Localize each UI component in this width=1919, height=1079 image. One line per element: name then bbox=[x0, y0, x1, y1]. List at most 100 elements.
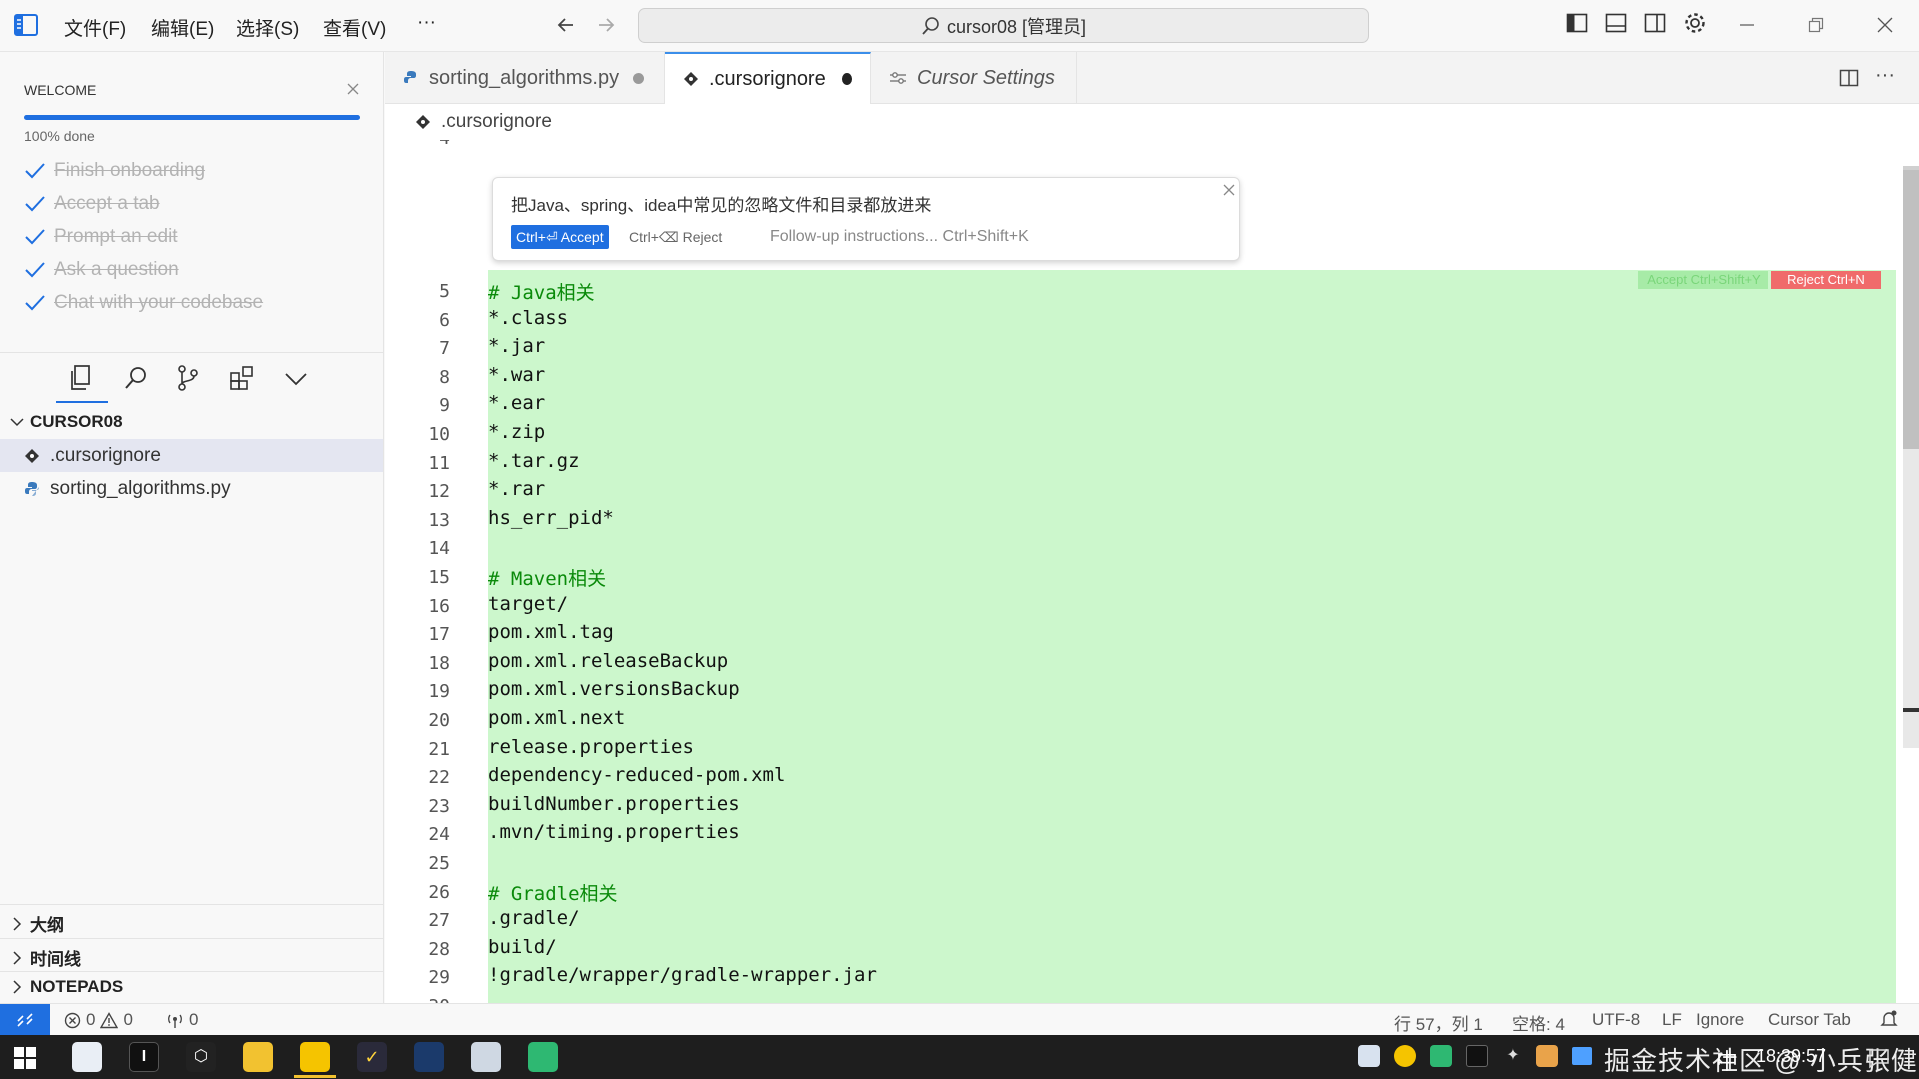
code-line[interactable]: .gradle/ bbox=[488, 907, 580, 929]
code-line[interactable]: hs_err_pid* bbox=[488, 507, 614, 529]
onboarding-item[interactable]: Accept a tab bbox=[24, 193, 160, 215]
section-notepads[interactable]: NOTEPADS bbox=[10, 977, 123, 997]
followup-input[interactable]: Follow-up instructions... Ctrl+Shift+K bbox=[770, 225, 1029, 249]
folder-app-icon[interactable] bbox=[243, 1042, 273, 1072]
scrollbar-track[interactable] bbox=[1903, 170, 1919, 748]
code-line[interactable]: *.war bbox=[488, 364, 545, 386]
code-line[interactable]: # Maven相关 bbox=[488, 564, 606, 591]
code-line[interactable]: *.tar.gz bbox=[488, 450, 580, 472]
section-outline[interactable]: 大纲 bbox=[10, 911, 64, 936]
system-clock[interactable]: 18:39:57 bbox=[1756, 1046, 1826, 1067]
reject-diff-button[interactable]: Reject Ctrl+N bbox=[1771, 271, 1881, 289]
explorer-folder-header[interactable]: CURSOR08 bbox=[10, 412, 123, 432]
player-app-icon[interactable] bbox=[300, 1042, 330, 1072]
code-line[interactable]: # Gradle相关 bbox=[488, 879, 618, 906]
language-mode[interactable]: Ignore bbox=[1696, 1010, 1744, 1030]
toggle-primary-sidebar-icon[interactable] bbox=[1566, 12, 1588, 34]
source-control-icon[interactable] bbox=[175, 364, 201, 392]
tray-todo-icon[interactable] bbox=[1394, 1045, 1416, 1067]
command-center-search[interactable]: cursor08 [管理员] bbox=[638, 8, 1369, 43]
onboarding-item[interactable]: Prompt an edit bbox=[24, 226, 178, 248]
code-line[interactable]: buildNumber.properties bbox=[488, 793, 740, 815]
tray-intellij-icon[interactable] bbox=[1466, 1045, 1488, 1067]
minimize-icon[interactable] bbox=[1738, 16, 1756, 34]
modified-dot-icon[interactable] bbox=[841, 73, 852, 85]
menu-more[interactable]: ··· bbox=[417, 12, 436, 34]
code-line[interactable]: *.class bbox=[488, 307, 568, 329]
code-line[interactable]: *.ear bbox=[488, 392, 545, 414]
cursor-position[interactable]: 行 57，列 1 bbox=[1394, 1010, 1483, 1035]
extensions-icon[interactable] bbox=[228, 364, 256, 392]
back-arrow-icon[interactable] bbox=[556, 15, 576, 35]
search-view-icon[interactable] bbox=[123, 364, 149, 392]
tray-avatar-icon[interactable] bbox=[1358, 1045, 1380, 1067]
cursor-tab-status[interactable]: Cursor Tab bbox=[1768, 1010, 1851, 1030]
more-actions-icon[interactable]: ··· bbox=[1875, 64, 1895, 87]
code-line[interactable]: pom.xml.next bbox=[488, 707, 625, 729]
cursor-app-icon[interactable]: ⬡ bbox=[186, 1042, 216, 1072]
code-line[interactable]: !gradle/wrapper/gradle-wrapper.jar bbox=[488, 964, 877, 986]
tray-network-icon[interactable]: ✦ bbox=[1502, 1045, 1524, 1067]
game-app-icon[interactable] bbox=[414, 1042, 444, 1072]
notifications-bell-icon[interactable] bbox=[1880, 1010, 1898, 1028]
close-popup-icon[interactable] bbox=[1223, 184, 1235, 196]
todo-app-icon[interactable]: ✓ bbox=[357, 1042, 387, 1072]
code-line[interactable]: *.jar bbox=[488, 335, 545, 357]
split-editor-icon[interactable] bbox=[1839, 68, 1859, 88]
chat-app-icon[interactable] bbox=[471, 1042, 501, 1072]
intellij-app-icon[interactable]: I bbox=[129, 1042, 159, 1072]
code-editor[interactable]: 4 5 # Java相关 6 *.class 7 *.jar 8 *.war 9 *.ear 10 *.… bbox=[385, 140, 1919, 1003]
reject-button[interactable]: Ctrl+⌫ Reject bbox=[629, 225, 722, 249]
toggle-secondary-sidebar-icon[interactable] bbox=[1644, 12, 1666, 34]
code-line[interactable]: build/ bbox=[488, 936, 557, 958]
forward-arrow-icon[interactable] bbox=[596, 15, 616, 35]
code-line[interactable]: *.zip bbox=[488, 421, 545, 443]
avatar-app-icon[interactable] bbox=[72, 1042, 102, 1072]
code-line[interactable]: pom.xml.versionsBackup bbox=[488, 678, 740, 700]
chevron-down-icon[interactable] bbox=[284, 370, 308, 388]
toggle-panel-icon[interactable] bbox=[1605, 12, 1627, 34]
menu-selection[interactable]: 选择(S) bbox=[236, 14, 299, 41]
accept-button[interactable]: Ctrl+⏎ Accept bbox=[511, 225, 609, 249]
onboarding-item[interactable]: Finish onboarding bbox=[24, 160, 205, 182]
tray-display-icon[interactable] bbox=[1572, 1047, 1592, 1065]
menu-file[interactable]: 文件(F) bbox=[64, 14, 126, 41]
tray-cat-icon[interactable] bbox=[1536, 1045, 1558, 1067]
onboarding-item[interactable]: Ask a question bbox=[24, 259, 179, 281]
notes-app-icon[interactable] bbox=[528, 1042, 558, 1072]
ports-indicator[interactable]: 0 bbox=[166, 1010, 198, 1030]
close-icon[interactable] bbox=[1876, 16, 1894, 34]
ime-indicator[interactable]: 中 bbox=[1716, 1044, 1738, 1076]
code-line[interactable]: pom.xml.releaseBackup bbox=[488, 650, 728, 672]
restore-icon[interactable] bbox=[1807, 16, 1825, 34]
onboarding-item[interactable]: Chat with your codebase bbox=[24, 292, 263, 314]
code-line[interactable]: target/ bbox=[488, 593, 568, 615]
code-line[interactable]: .mvn/timing.properties bbox=[488, 821, 740, 843]
tab-cursorignore[interactable]: .cursorignore bbox=[665, 52, 871, 104]
breadcrumb[interactable]: .cursorignore bbox=[385, 104, 1919, 140]
code-line[interactable]: *.rar bbox=[488, 478, 545, 500]
explorer-icon[interactable] bbox=[68, 364, 94, 392]
file-item-sorting-algorithms[interactable]: sorting_algorithms.py bbox=[0, 472, 383, 505]
gear-icon[interactable] bbox=[1683, 11, 1707, 35]
problems-indicator[interactable]: 0 0 bbox=[64, 1010, 133, 1030]
tray-notes-icon[interactable] bbox=[1430, 1045, 1452, 1067]
code-line[interactable]: release.properties bbox=[488, 736, 694, 758]
encoding[interactable]: UTF-8 bbox=[1592, 1010, 1640, 1030]
indentation[interactable]: 空格: 4 bbox=[1512, 1010, 1565, 1035]
tab-sorting-algorithms[interactable]: sorting_algorithms.py bbox=[385, 52, 665, 104]
notification-center-icon[interactable] bbox=[1868, 1047, 1890, 1069]
section-timeline[interactable]: 时间线 bbox=[10, 945, 81, 970]
code-line[interactable]: dependency-reduced-pom.xml bbox=[488, 764, 785, 786]
windows-start-icon[interactable] bbox=[14, 1047, 36, 1069]
code-line[interactable]: pom.xml.tag bbox=[488, 621, 614, 643]
file-item-cursorignore[interactable]: .cursorignore bbox=[0, 439, 383, 472]
menu-view[interactable]: 查看(V) bbox=[323, 14, 386, 41]
remote-indicator[interactable] bbox=[0, 1004, 50, 1036]
code-line[interactable]: # Java相关 bbox=[488, 278, 595, 305]
close-welcome-icon[interactable] bbox=[346, 82, 360, 96]
end-of-line[interactable]: LF bbox=[1662, 1010, 1682, 1030]
tab-cursor-settings[interactable]: Cursor Settings bbox=[871, 52, 1077, 104]
modified-dot-icon[interactable] bbox=[633, 72, 645, 84]
menu-edit[interactable]: 编辑(E) bbox=[151, 14, 214, 41]
